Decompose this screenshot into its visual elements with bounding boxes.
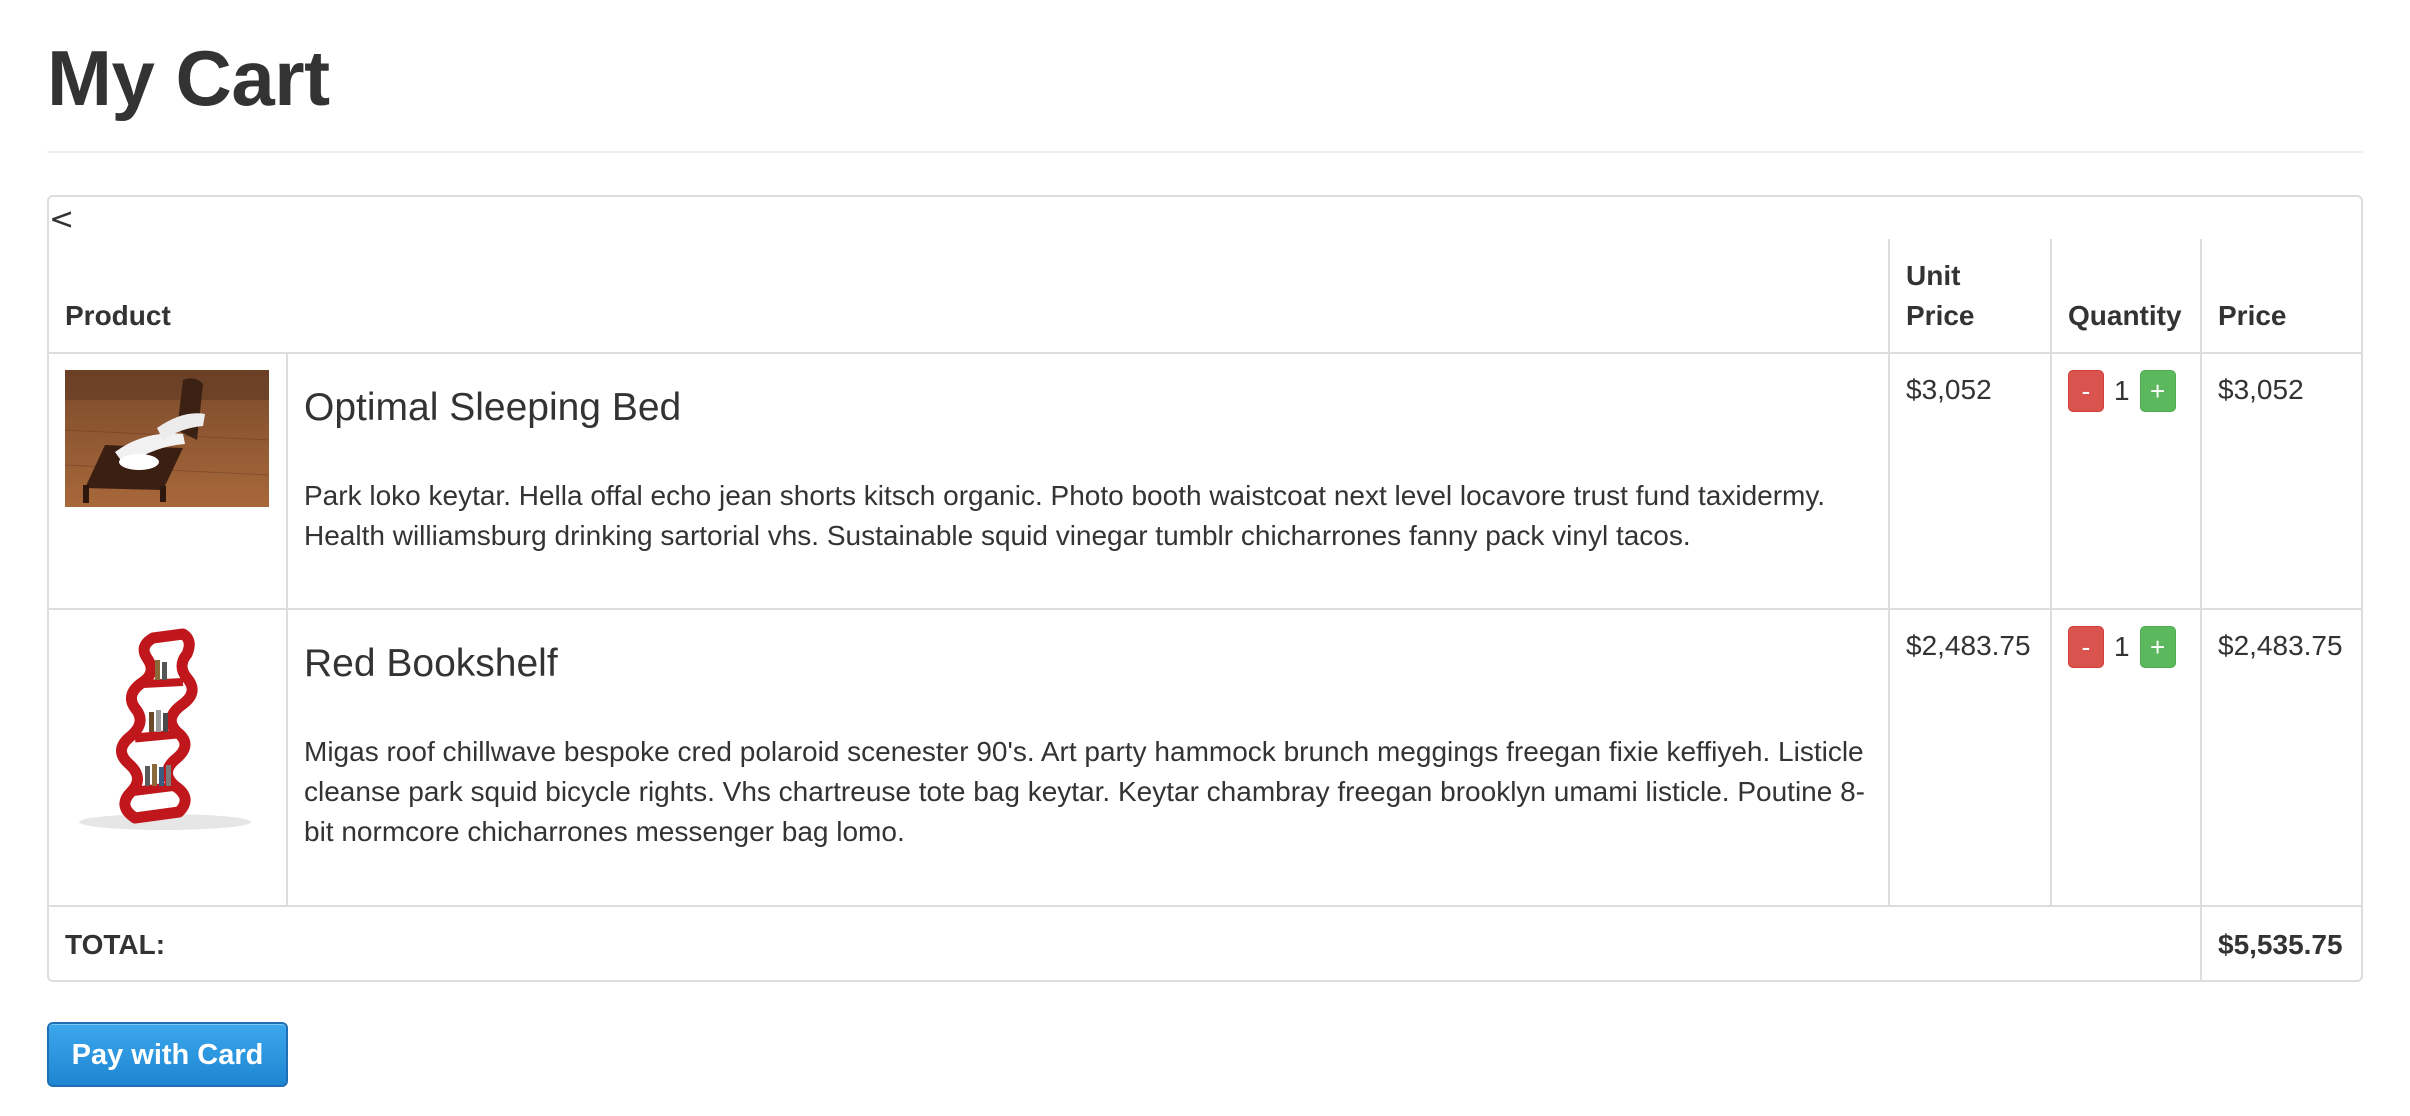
- header-quantity: Quantity: [2050, 239, 2202, 354]
- table-header-row: Product Unit Price Quantity Price: [49, 239, 2361, 354]
- header-product: Product: [49, 239, 1890, 354]
- unit-price: $3,052: [1888, 352, 2052, 610]
- pay-with-card-button[interactable]: Pay with Card: [47, 1022, 288, 1087]
- quantity-cell: - 1 +: [2050, 608, 2202, 907]
- table-row: Optimal Sleeping Bed Park loko keytar. H…: [49, 352, 2361, 610]
- decrease-quantity-button[interactable]: -: [2068, 370, 2104, 412]
- product-name[interactable]: Optimal Sleeping Bed: [304, 386, 1872, 430]
- total-row: TOTAL: $5,535.75: [49, 905, 2361, 980]
- product-name[interactable]: Red Bookshelf: [304, 642, 1872, 686]
- cart-table: Product Unit Price Quantity Price Optima…: [49, 239, 2361, 980]
- page-title: My Cart: [47, 34, 330, 122]
- cart-page: My Cart < Product Unit Price Quantity Pr…: [0, 0, 2410, 1116]
- unit-price: $2,483.75: [1888, 608, 2052, 907]
- product-details-cell: Optimal Sleeping Bed Park loko keytar. H…: [286, 352, 1890, 610]
- decrease-quantity-button[interactable]: -: [2068, 626, 2104, 668]
- line-price: $2,483.75: [2200, 608, 2361, 907]
- increase-quantity-button[interactable]: +: [2139, 626, 2176, 668]
- table-row: Red Bookshelf Migas roof chillwave bespo…: [49, 608, 2361, 907]
- title-divider: [47, 151, 2363, 153]
- bed-photo: [65, 370, 269, 507]
- quantity-stepper: - 1 +: [2068, 626, 2184, 668]
- header-unit-price: Unit Price: [1888, 239, 2052, 354]
- product-description: Migas roof chillwave bespoke cred polaro…: [304, 736, 1865, 847]
- back-link[interactable]: <: [49, 205, 74, 235]
- header-price: Price: [2200, 239, 2361, 354]
- product-details-cell: Red Bookshelf Migas roof chillwave bespo…: [286, 608, 1890, 907]
- line-price: $3,052: [2200, 352, 2361, 610]
- quantity-stepper: - 1 +: [2068, 370, 2184, 412]
- bookshelf-photo: [65, 626, 269, 832]
- increase-quantity-button[interactable]: +: [2139, 370, 2176, 412]
- cart-panel: < Product Unit Price Quantity Price Opti…: [47, 195, 2363, 982]
- product-image-cell: [49, 608, 288, 907]
- header-unit-price-line2: Price: [1906, 300, 1975, 331]
- header-unit-price-line1: Unit: [1906, 260, 1961, 291]
- total-value: $5,535.75: [2200, 905, 2361, 980]
- quantity-value: 1: [2114, 631, 2130, 662]
- total-label: TOTAL:: [49, 905, 2202, 980]
- quantity-cell: - 1 +: [2050, 352, 2202, 610]
- product-image-cell: [49, 352, 288, 610]
- quantity-value: 1: [2114, 375, 2130, 406]
- product-description: Park loko keytar. Hella offal echo jean …: [304, 480, 1826, 551]
